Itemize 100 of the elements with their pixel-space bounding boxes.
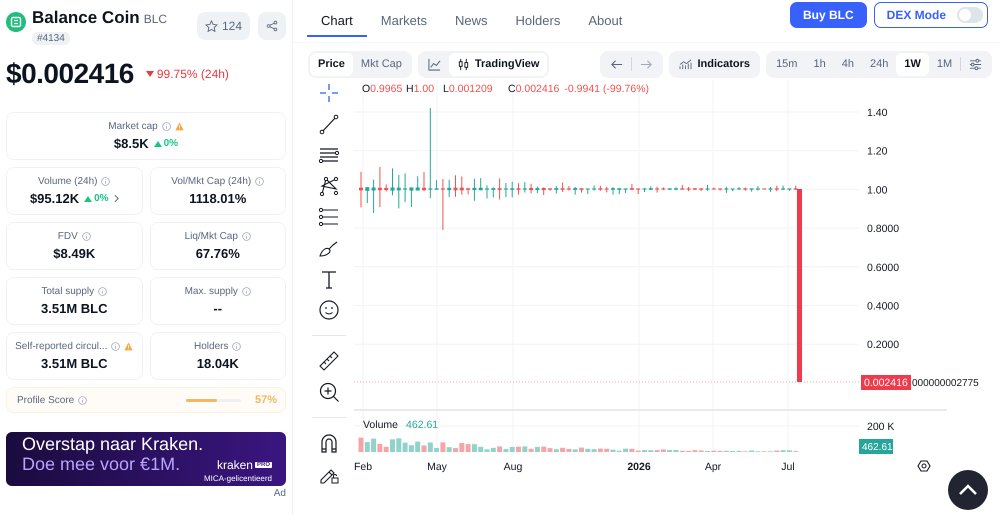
buy-button[interactable]: Buy BLC [790, 2, 867, 28]
price-tick: 0.2000 [867, 339, 900, 352]
last-price-label: 0.002416 [861, 375, 911, 390]
time-tick: Feb [354, 461, 372, 473]
tab[interactable]: News [441, 10, 502, 37]
price-tick: 1.00 [867, 184, 888, 196]
chevron-up-icon [958, 484, 978, 496]
ohlc-value: 0.9965 [370, 83, 402, 95]
metric-option[interactable]: Price [310, 52, 353, 76]
watchlist-button[interactable]: 124 [196, 12, 250, 40]
info-icon [232, 342, 242, 351]
dex-mode-toggle[interactable]: DEX Mode [874, 2, 988, 28]
stat-value: 18.04K [196, 356, 239, 371]
crosshair-icon[interactable] [318, 82, 340, 104]
down-triangle-icon [146, 71, 154, 77]
left-arrow-icon [610, 58, 624, 70]
stat-change: 0% [94, 193, 109, 204]
interval-option[interactable]: 1M [928, 52, 960, 76]
ad-label: Ad [274, 488, 286, 499]
price-tick: 0.6000 [867, 262, 900, 274]
last-volume-label: 462.61 [859, 439, 893, 454]
time-tick: Apr [704, 461, 722, 473]
pattern-icon[interactable] [318, 175, 340, 197]
right-arrow-icon [640, 58, 654, 70]
tab[interactable]: Markets [366, 10, 442, 37]
price-tick: 1.40 [867, 107, 888, 119]
levels-icon[interactable] [318, 206, 340, 228]
price-suffix: 000000002775 [912, 378, 979, 389]
share-icon [266, 20, 278, 32]
interval-option[interactable]: 4h [834, 52, 862, 76]
info-icon [78, 396, 88, 404]
smiley-icon[interactable] [318, 299, 340, 321]
interval-option[interactable]: 1h [805, 52, 834, 76]
volume-label: Volume [363, 419, 398, 431]
line-chart-icon [428, 58, 441, 70]
tab[interactable]: Chart [307, 10, 367, 37]
stat-label: Self-reported circul... [15, 341, 108, 352]
indicators-button[interactable]: Indicators [671, 52, 758, 76]
ohlc-value: 0.001209 [448, 83, 493, 95]
sliders-icon [969, 58, 982, 70]
info-icon [242, 287, 251, 296]
scroll-top-button[interactable] [948, 470, 988, 510]
ad-headline: Overstap naar Kraken. [22, 434, 204, 454]
stat-value: 1118.01% [189, 191, 246, 206]
info-icon [111, 342, 120, 351]
stat-value: $95.12K [30, 191, 80, 206]
ohlc-label: O [362, 83, 370, 95]
ohlc-value: 0.002416 [516, 83, 560, 95]
price-tick: 1.20 [867, 146, 888, 158]
share-button[interactable] [258, 12, 286, 40]
ohlc-value: 1.00 [414, 83, 434, 95]
stat-label: Vol/Mkt Cap (24h) [171, 176, 252, 187]
stat-change: 0% [164, 138, 178, 149]
up-triangle-icon [84, 196, 92, 202]
ad-subline: Doe mee voor €1M. [22, 454, 180, 474]
info-icon [162, 122, 171, 131]
ohlc-label: L [443, 83, 449, 95]
stat-value: 3.51M BLC [41, 356, 108, 371]
chart-type-option[interactable]: TradingView [448, 52, 548, 76]
time-tick: 2026 [627, 461, 651, 473]
candlestick-icon [456, 58, 470, 70]
stat-label: Liq/Mkt Cap [184, 231, 238, 242]
ad-license: MICA-gelicentieerd [204, 474, 272, 483]
interval-option[interactable]: 1W [896, 52, 929, 76]
ohlc-label: C [508, 83, 516, 95]
time-tick: Jul [781, 461, 795, 473]
ruler-icon[interactable] [318, 350, 340, 372]
coin-symbol: BLC [144, 12, 168, 26]
info-icon [255, 177, 264, 186]
stat-label: Total supply [41, 286, 94, 297]
price-change: 99.75% (24h) [156, 67, 229, 81]
interval-option[interactable]: 24h [862, 52, 896, 76]
price: $0.002416 [6, 58, 134, 90]
stat-label: Volume (24h) [38, 176, 98, 187]
stat-value: 67.76% [196, 246, 240, 261]
stat-label: Market cap [108, 121, 158, 132]
metric-option[interactable]: Mkt Cap [352, 52, 410, 76]
volume-tick: 200 K [867, 421, 894, 433]
stat-value: 3.51M BLC [41, 301, 108, 316]
settings-icon[interactable] [917, 460, 931, 472]
tab[interactable]: About [574, 10, 636, 37]
profile-score-value: 57% [254, 394, 277, 406]
info-icon [101, 177, 110, 186]
trend-line-icon[interactable] [318, 113, 340, 135]
zoom-in-icon[interactable] [318, 381, 340, 403]
ad-brand: kraken [216, 458, 253, 472]
interval-option[interactable]: 15m [768, 52, 806, 76]
price-tick: 0.8000 [867, 223, 900, 236]
volume-value: 462.61 [406, 419, 438, 431]
stat-label: Max. supply [184, 286, 238, 297]
ohlc-change: -0.9941 (-99.76%) [564, 83, 650, 95]
coin-name: Balance Coin [32, 8, 140, 28]
tab[interactable]: Holders [502, 10, 574, 37]
info-icon [98, 287, 108, 296]
chevron-right-icon[interactable] [114, 194, 119, 203]
star-icon [204, 20, 218, 32]
ohlc-label: H [406, 83, 414, 95]
time-tick: May [427, 461, 447, 473]
up-triangle-icon [154, 140, 162, 146]
time-tick: Aug [504, 461, 522, 473]
